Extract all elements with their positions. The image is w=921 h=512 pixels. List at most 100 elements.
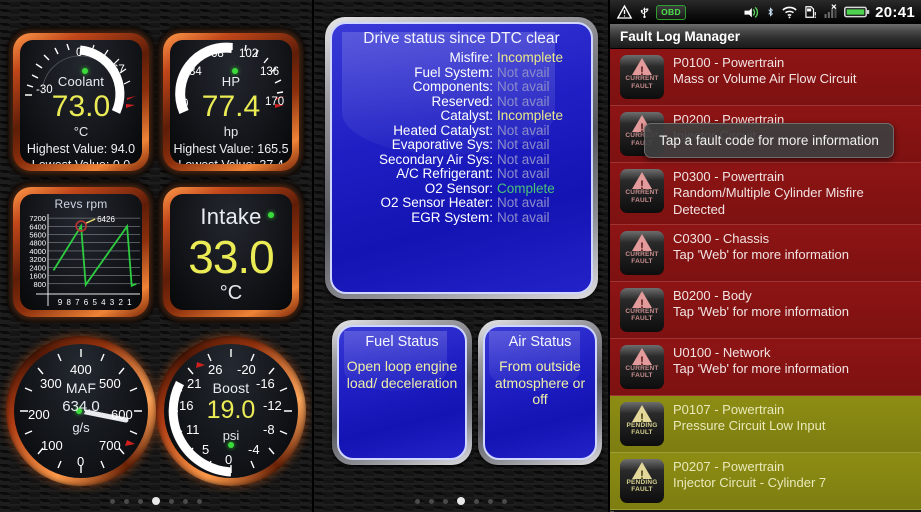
gauge-coolant-highest: Highest Value: 94.0 (26, 142, 136, 156)
fault-badge-line2: FAULT (631, 82, 653, 90)
gauge-boost-tick-5: 5 (202, 442, 210, 457)
exclamation-glyph: ! (640, 178, 644, 192)
page-dot[interactable] (138, 498, 143, 504)
page-dot[interactable] (152, 497, 160, 505)
page-dot[interactable] (474, 498, 479, 504)
page-dot[interactable] (502, 498, 507, 504)
chart-revs-title: Revs rpm (54, 197, 108, 211)
gauge-boost-tick-26: 26 (208, 362, 223, 377)
fault-badge-line2: FAULT (631, 315, 653, 323)
gauge-maf-tick-100: 100 (41, 438, 63, 453)
page-indicator-left[interactable] (0, 497, 312, 505)
chart-revs-bezel: Revs rpm 800 1600 2400 3200 4000 4800 5600 6400… (13, 187, 149, 317)
air-status-panel[interactable]: Air Status From outside atmosphere or of… (478, 320, 602, 465)
android-status-bar: OBD 20:41 (610, 0, 921, 24)
gauge-intake[interactable]: Intake 33.0 °C (158, 182, 304, 322)
page-dot[interactable] (457, 497, 465, 505)
fuel-status-panel[interactable]: Fuel Status Open loop engine load/ decel… (332, 320, 472, 465)
fault-code: P0107 - Powertrain (673, 401, 785, 417)
fault-description: Random/Multiple Cylinder Misfire Detecte… (673, 185, 864, 217)
fault-description: Tap 'Web' for more information (673, 304, 849, 319)
page-indicator-center[interactable] (314, 497, 608, 505)
obd-icon: OBD (656, 4, 686, 20)
warning-triangle-icon (616, 4, 633, 19)
gauge-intake-indicator-dot (268, 212, 274, 218)
fault-row[interactable]: ! CURRENT FAULT B0200 - Body Tap 'Web' for m… (610, 281, 921, 339)
drive-status-label: O2 Sensor Heater: (380, 195, 493, 210)
status-bar-clock: 20:41 (875, 3, 915, 21)
fault-description: Tap 'Web' for more information (673, 247, 849, 262)
svg-text:1: 1 (127, 298, 132, 307)
page-dot[interactable] (183, 498, 188, 504)
page-dot[interactable] (429, 498, 434, 504)
page-dot[interactable] (488, 498, 493, 504)
fault-description: Tap 'Web' for more information (673, 361, 849, 376)
current-fault-badge-icon: ! CURRENT FAULT (620, 169, 664, 213)
gauge-maf-bezel: 400 300 500 200 600 100 700 0 MAF 634.0 … (6, 336, 156, 486)
gauge-hp-tick-68: 68 (211, 48, 224, 60)
fault-row[interactable]: ! CURRENT FAULT U0100 - Network Tap 'Web' fo… (610, 338, 921, 396)
gauge-coolant-label: Coolant (57, 74, 105, 89)
gauge-maf-face: 400 300 500 200 600 100 700 0 MAF 634.0 … (14, 344, 148, 478)
gauge-intake-bezel: Intake 33.0 °C (163, 187, 299, 317)
fuel-status-title: Fuel Status (365, 334, 439, 350)
gauge-hp-highest: Highest Value: 165.5 (173, 142, 289, 156)
fault-row[interactable]: ! PENDING FAULT P0107 - Powertrain Pressure … (610, 395, 921, 453)
gauge-coolant-tick-mid: 0 (76, 47, 83, 59)
exclamation-glyph: ! (640, 467, 644, 482)
gauge-boost-label: Boost (212, 380, 250, 396)
gauge-maf[interactable]: 400 300 500 200 600 100 700 0 MAF 634.0 … (6, 336, 156, 486)
gauge-coolant[interactable]: -30 0 67 Coolant 73.0 °C Highest Value: … (8, 28, 154, 176)
fault-description: Injector Circuit - Cylinder 7 (673, 475, 827, 490)
drive-status-row: Secondary Air Sys: Not avail (336, 151, 583, 167)
drive-status-value: Not avail (497, 122, 550, 138)
current-fault-badge-icon: ! CURRENT FAULT (620, 287, 664, 332)
fault-row[interactable]: ! CURRENT FAULT P0100 - Powertrain Mass or V… (610, 49, 921, 106)
chart-revs-rpm[interactable]: Revs rpm 800 1600 2400 3200 4000 4800 5600 6400… (8, 182, 154, 322)
page-dot[interactable] (415, 498, 420, 504)
gauge-coolant-lowest: Lowest Value: 0.0 (20, 158, 142, 164)
drive-status-row: Evaporative Sys: Not avail (336, 138, 583, 152)
sdcard-alert-icon (805, 6, 817, 18)
page-dot[interactable] (169, 498, 174, 504)
drive-status-row: EGR System: Not avail (336, 210, 583, 225)
drive-status-value: Not avail (497, 79, 550, 94)
exclamation-glyph: ! (640, 239, 644, 254)
drive-status-row: A/C Refrigerant: Not avail (336, 167, 583, 181)
gauge-boost-bezel: 26 -20 21 -16 16 -12 11 -8 5 -4 0 Boost … (156, 336, 306, 486)
fault-row[interactable]: ! CURRENT FAULT P0300 - Powertrain Random/Mu… (610, 163, 921, 225)
gauge-hp[interactable]: 0 34 68 102 136 170 HP 77.4 hp Highest V… (158, 28, 304, 176)
page-dot[interactable] (124, 498, 129, 504)
chart-revs-face: Revs rpm 800 1600 2400 3200 4000 4800 5600 6400… (20, 194, 142, 310)
fault-text: B0200 - Body Tap 'Web' for more informati… (673, 288, 915, 321)
fault-text: P0107 - Powertrain Pressure Circuit Low I… (673, 402, 915, 435)
svg-text:4: 4 (101, 298, 106, 307)
current-fault-badge-icon: ! CURRENT FAULT (620, 55, 664, 99)
gauge-dashboard-left: -30 0 67 Coolant 73.0 °C Highest Value: … (0, 0, 312, 512)
fault-code: U0100 - Network (673, 344, 771, 360)
gauge-boost[interactable]: 26 -20 21 -16 16 -12 11 -8 5 -4 0 Boost … (156, 336, 306, 486)
fault-list[interactable]: ! CURRENT FAULT P0100 - Powertrain Mass or V… (610, 49, 921, 512)
page-dot[interactable] (197, 498, 202, 504)
svg-text:6426: 6426 (97, 215, 115, 224)
drive-status-title: Drive status since DTC clear (363, 30, 560, 47)
gauge-hp-face: 0 34 68 102 136 170 HP 77.4 hp Highest V… (170, 40, 292, 164)
svg-text:3: 3 (110, 298, 115, 307)
drive-status-value: Not avail (497, 151, 550, 167)
current-fault-badge-icon: ! CURRENT FAULT (620, 344, 664, 389)
fault-code: P0207 - Powertrain (673, 458, 785, 474)
drive-status-label: Secondary Air Sys: (378, 151, 493, 167)
drive-status-label: O2 Sensor: (424, 180, 493, 196)
drive-status-panel[interactable]: Drive status since DTC clear Misfire: Inc… (325, 17, 598, 299)
gauge-hp-lowest: Lowest Value: 37.4 (170, 158, 292, 164)
fault-row[interactable]: ! PENDING FAULT P0207 - Powertrain Injector … (610, 452, 921, 510)
gauge-boost-tick-0: 0 (225, 452, 233, 467)
drive-status-row: Components: Not avail (336, 80, 583, 94)
page-dot[interactable] (443, 498, 448, 504)
gauge-hp-bezel: 0 34 68 102 136 170 HP 77.4 hp Highest V… (163, 33, 299, 171)
page-dot[interactable] (110, 498, 115, 504)
gauge-maf-value: 634.0 (62, 398, 100, 415)
fault-row[interactable]: ! CURRENT FAULT C0300 - Chassis Tap 'Web' fo… (610, 224, 921, 282)
fault-badge-line2: FAULT (631, 196, 653, 204)
fault-log-manager-app: OBD 20:41 Fault Log Manager ! CURRENT FA… (610, 0, 921, 512)
